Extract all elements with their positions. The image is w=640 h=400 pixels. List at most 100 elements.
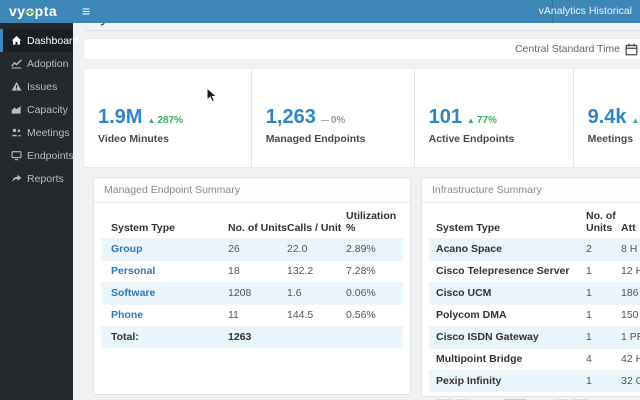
units-cell: 11 bbox=[228, 309, 239, 321]
home-icon bbox=[11, 36, 22, 45]
managed-endpoint-table: System Type No. of Units Calls / Unit Ut… bbox=[101, 206, 403, 348]
table-row: Group 26 22.0 2.89% bbox=[101, 238, 403, 261]
sidebar-item-label: Dashboard bbox=[27, 34, 79, 47]
product-name[interactable]: vAnalytics Historical bbox=[539, 0, 632, 23]
units-cell: 1 bbox=[586, 265, 592, 277]
system-type-cell: Cisco ISDN Gateway bbox=[436, 331, 539, 343]
calls-cell: 144.5 bbox=[287, 309, 314, 321]
logo-text: vy bbox=[9, 3, 26, 19]
column-header: No. of Units bbox=[228, 222, 287, 234]
attributes-cell: 8 H bbox=[621, 243, 638, 255]
units-cell: 1 bbox=[586, 331, 592, 343]
sidebar-nav: Dashboard Adoption Issues Capacity Meeti… bbox=[0, 23, 78, 400]
system-type-cell: Pexip Infinity bbox=[436, 375, 502, 387]
trend-up-icon: ▲ bbox=[631, 116, 640, 125]
utilization-cell: 0.56% bbox=[346, 309, 376, 321]
calendar-icon[interactable] bbox=[625, 43, 638, 56]
kpi-label: Video Minutes bbox=[98, 133, 169, 145]
system-type-cell: Cisco UCM bbox=[436, 287, 492, 299]
sidebar-item-label: Adoption bbox=[27, 57, 69, 70]
utilization-cell: 2.89% bbox=[346, 243, 376, 255]
sidebar-item-meetings[interactable]: Meetings bbox=[0, 121, 73, 144]
system-type-cell: Multipoint Bridge bbox=[436, 353, 523, 365]
calls-cell: 22.0 bbox=[287, 243, 308, 255]
sidebar-item-label: Meetings bbox=[27, 126, 70, 139]
kpi-meetings: 9.4k▲8 Meetings bbox=[574, 69, 640, 167]
units-cell: 1 bbox=[586, 287, 592, 299]
kpi-label: Active Endpoints bbox=[428, 133, 515, 145]
attributes-cell: 32 C bbox=[621, 375, 640, 387]
total-row: Total: 1263 bbox=[101, 326, 403, 348]
share-arrow-icon bbox=[12, 174, 22, 183]
warning-triangle-icon bbox=[11, 82, 22, 91]
trend-percent: 0% bbox=[330, 115, 346, 126]
system-type-link[interactable]: Software bbox=[101, 283, 228, 305]
units-cell: 1208 bbox=[228, 287, 252, 299]
column-header: System Type bbox=[111, 222, 175, 234]
kpi-label: Meetings bbox=[587, 133, 634, 145]
column-header: Att bbox=[621, 222, 636, 234]
system-type-link[interactable]: Group bbox=[101, 239, 228, 261]
table-row: Polycom DMA 1 150 bbox=[429, 304, 640, 327]
sidebar-item-adoption[interactable]: Adoption bbox=[0, 52, 73, 75]
sidebar-item-endpoints[interactable]: Endpoints bbox=[0, 144, 74, 167]
calls-cell: 132.2 bbox=[287, 265, 314, 277]
sidebar-item-label: Capacity bbox=[27, 103, 68, 116]
sidebar-item-capacity[interactable]: Capacity bbox=[0, 98, 73, 121]
system-type-cell: Polycom DMA bbox=[436, 309, 507, 321]
sidebar-item-reports[interactable]: Reports bbox=[0, 167, 73, 190]
people-icon bbox=[11, 128, 22, 137]
infrastructure-summary-panel: Infrastructure Summary System Type No. o… bbox=[421, 177, 640, 400]
vyopta-logo[interactable]: vyopta bbox=[9, 0, 57, 23]
timezone-selector[interactable]: Central Standard Time bbox=[515, 39, 620, 59]
units-cell: 1 bbox=[586, 375, 592, 387]
total-units: 1263 bbox=[228, 331, 252, 343]
table-row: Software 1208 1.6 0.06% bbox=[101, 282, 403, 305]
column-header: Calls / Unit bbox=[287, 222, 342, 234]
units-cell: 4 bbox=[586, 353, 592, 365]
system-type-link[interactable]: Personal bbox=[101, 261, 228, 283]
kpi-value: 1.9M bbox=[98, 106, 143, 128]
column-header: No. of Units bbox=[586, 210, 616, 234]
units-cell: 2 bbox=[586, 243, 592, 255]
table-row: Cisco UCM 1 186 bbox=[429, 282, 640, 305]
attributes-cell: 1 PR bbox=[621, 331, 640, 343]
table-row: Personal 18 132.2 7.28% bbox=[101, 260, 403, 283]
utilization-cell: 0.06% bbox=[346, 287, 376, 299]
trend-up-icon: ▲ bbox=[467, 116, 475, 125]
kpi-active-endpoints: 101 ▲ 77% Active Endpoints bbox=[415, 69, 574, 167]
attributes-cell: 150 bbox=[621, 309, 639, 321]
table-row: Multipoint Bridge 4 42 H bbox=[429, 348, 640, 371]
attributes-cell: 12 H bbox=[621, 265, 640, 277]
trend-percent: 287% bbox=[157, 115, 183, 126]
column-header: Utilization % bbox=[346, 210, 397, 234]
attributes-cell: 186 bbox=[621, 287, 639, 299]
kpi-label: Managed Endpoints bbox=[265, 133, 366, 145]
sidebar-item-issues[interactable]: Issues bbox=[0, 75, 73, 98]
system-type-cell: Acano Space bbox=[436, 243, 502, 255]
hamburger-menu-icon[interactable]: ≡ bbox=[82, 0, 90, 22]
kpi-value: 9.4k bbox=[587, 106, 627, 128]
trend-up-icon: ▲ bbox=[147, 116, 156, 125]
system-type-link[interactable]: Phone bbox=[101, 305, 228, 327]
kpi-value: 1,263 bbox=[265, 106, 316, 128]
panel-title: Managed Endpoint Summary bbox=[94, 178, 410, 203]
sidebar-item-label: Reports bbox=[27, 172, 64, 185]
utilization-cell: 7.28% bbox=[346, 265, 376, 277]
sidebar-item-label: Issues bbox=[27, 80, 58, 93]
title-divider bbox=[86, 30, 640, 31]
sidebar-item-dashboard[interactable]: Dashboard bbox=[0, 29, 78, 52]
kpi-managed-endpoints: 1,263 —0% Managed Endpoints bbox=[252, 69, 415, 167]
system-type-cell: Cisco Telepresence Server bbox=[436, 265, 570, 277]
table-row: Cisco ISDN Gateway 1 1 PR bbox=[429, 326, 640, 349]
logo-o-glyph: o bbox=[25, 3, 35, 19]
table-row: Pexip Infinity 1 32 C bbox=[429, 370, 640, 392]
kpi-summary-panel: 1.9M ▲ 287% Video Minutes 1,263—0% Managed… bbox=[83, 68, 640, 168]
units-cell: 1 bbox=[586, 309, 592, 321]
monitor-icon bbox=[11, 151, 22, 161]
logo-text: pta bbox=[34, 3, 58, 19]
kpi-value: 101 bbox=[428, 106, 462, 128]
managed-endpoint-summary-panel: Managed Endpoint Summary System Type No.… bbox=[93, 177, 411, 395]
infrastructure-table: System Type No. of Units Att Acano Space… bbox=[429, 206, 640, 392]
dashboard-toolbar: Central Standard Time bbox=[83, 38, 640, 60]
